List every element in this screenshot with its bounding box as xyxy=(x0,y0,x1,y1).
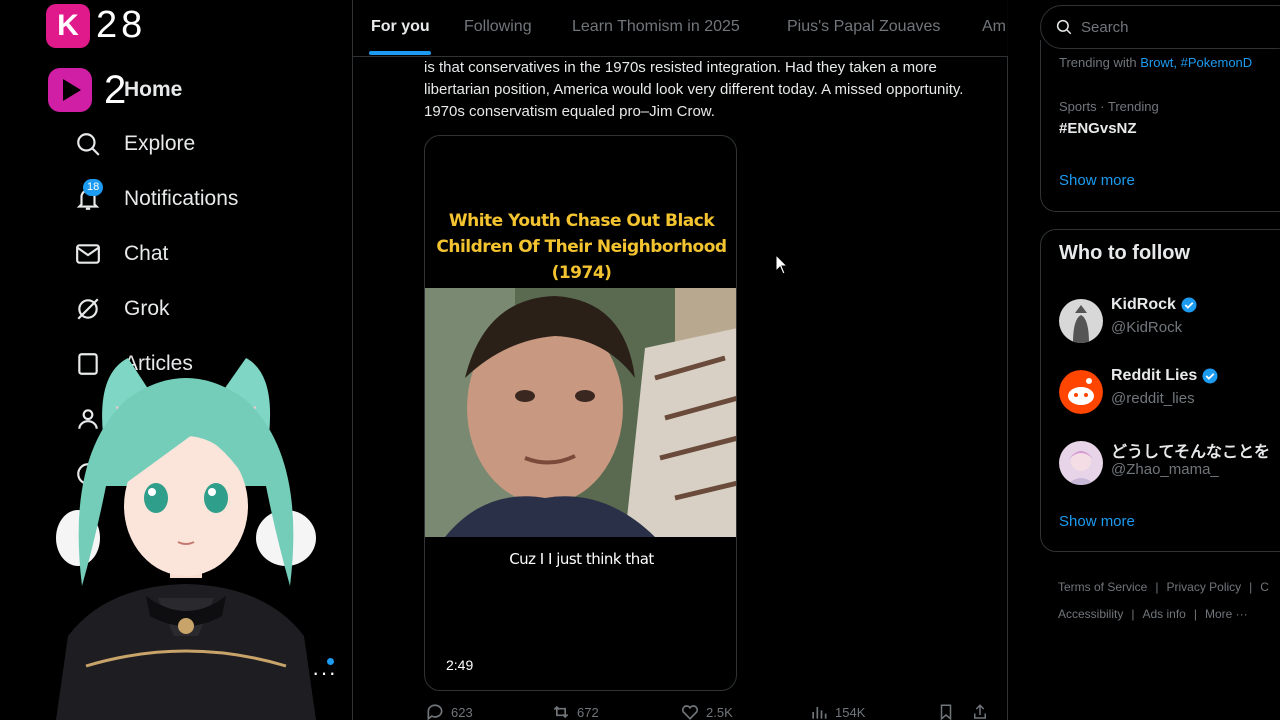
tweet-video[interactable]: White Youth Chase Out Black Children Of … xyxy=(424,135,737,691)
account-handle: @reddit_lies xyxy=(1111,390,1195,407)
cookie-link[interactable]: C xyxy=(1260,580,1269,594)
follow-suggestion[interactable]: KidRock @KidRock xyxy=(1059,296,1280,346)
avatar xyxy=(1059,299,1103,343)
account-name-text: どうしてそんなことを xyxy=(1111,444,1271,461)
nav-home[interactable]: Home xyxy=(124,70,182,110)
trends-panel: Trending with Browt, #PokemonD Sports · … xyxy=(1040,40,1280,212)
tab-truncated[interactable]: Am xyxy=(982,0,1006,56)
views-button[interactable]: 154K xyxy=(809,702,865,720)
follow-show-more[interactable]: Show more xyxy=(1059,513,1135,530)
who-to-follow-panel: Who to follow KidRock @KidRock Reddit Li… xyxy=(1040,229,1280,552)
video-title-line-1: White Youth Chase Out Black xyxy=(448,211,715,231)
account-name: Reddit Lies xyxy=(1111,367,1219,385)
nav-notifications-label: Notifications xyxy=(124,187,239,210)
who-to-follow-title: Who to follow xyxy=(1059,242,1191,264)
play-logo-icon xyxy=(48,68,92,112)
reply-icon xyxy=(427,704,443,720)
terms-link[interactable]: Terms of Service xyxy=(1058,580,1147,594)
mouse-cursor-icon xyxy=(775,254,788,275)
trending-with-label: Trending with xyxy=(1059,55,1137,70)
views-chart-icon xyxy=(812,707,827,719)
nav-home-label: Home xyxy=(124,78,183,101)
account-name: KidRock xyxy=(1111,296,1198,314)
verified-badge-icon xyxy=(1202,368,1218,384)
trend-title[interactable]: #ENGvsNZ xyxy=(1059,120,1137,137)
share-icon xyxy=(974,704,986,719)
bookmark-icon xyxy=(940,704,952,720)
bookmark-button[interactable] xyxy=(937,702,955,720)
privacy-link[interactable]: Privacy Policy xyxy=(1166,580,1241,594)
account-name: どうしてそんなことを xyxy=(1111,438,1270,462)
grok-icon xyxy=(74,295,102,323)
video-title: White Youth Chase Out Black Children Of … xyxy=(425,208,736,286)
vtuber-avatar xyxy=(56,358,316,720)
video-subtitle: Cuz I I just think that xyxy=(509,550,654,568)
tab-papal-zouaves[interactable]: Pius's Papal Zouaves xyxy=(787,0,940,56)
video-title-line-2: Children Of Their Neighborhood xyxy=(436,237,727,257)
like-button[interactable]: 2.5K xyxy=(680,702,733,720)
right-sidebar: Search Trending with Browt, #PokemonD Sp… xyxy=(1008,0,1280,720)
video-duration: 2:49 xyxy=(446,657,474,673)
repost-button[interactable]: 672 xyxy=(551,702,599,720)
views-count: 154K xyxy=(835,704,866,720)
video-frame xyxy=(425,288,736,537)
share-button[interactable] xyxy=(971,702,989,720)
reply-button[interactable]: 623 xyxy=(425,702,473,720)
video-title-line-3: (1974) xyxy=(551,263,612,283)
follow-suggestion[interactable]: Reddit Lies @reddit_lies xyxy=(1059,367,1280,417)
envelope-icon xyxy=(74,240,102,268)
tweet-text: is that conservatives in the 1970s resis… xyxy=(424,59,964,120)
k-logo-number: 28 xyxy=(96,4,147,46)
nav-chat-label: Chat xyxy=(124,242,169,265)
nav-notifications[interactable]: 18 Notifications xyxy=(74,179,238,219)
account-name-text: Reddit Lies xyxy=(1111,367,1198,384)
repost-count: 672 xyxy=(577,704,599,720)
more-link[interactable]: More ··· xyxy=(1205,607,1248,621)
trend-meta: Sports · Trending xyxy=(1059,99,1159,114)
account-handle: @Zhao_mama_ xyxy=(1111,461,1219,478)
nav-explore-label: Explore xyxy=(124,132,196,155)
nav-chat[interactable]: Chat xyxy=(74,234,168,274)
left-sidebar: K 28 2 Home Explore 18 Notifications Cha… xyxy=(0,0,352,720)
reply-count: 623 xyxy=(451,704,473,720)
bell-icon: 18 xyxy=(74,179,104,213)
repost-icon xyxy=(553,705,569,719)
like-count: 2.5K xyxy=(706,704,733,720)
search-icon xyxy=(1056,19,1072,35)
trending-with: Trending with Browt, #PokemonD xyxy=(1059,55,1252,70)
nav-grok-label: Grok xyxy=(124,297,170,320)
unread-dot xyxy=(327,658,334,665)
search-icon xyxy=(74,130,102,158)
main-timeline: For you Following Learn Thomism in 2025 … xyxy=(352,0,1008,720)
verified-badge-icon xyxy=(1181,297,1197,313)
nav-explore[interactable]: Explore xyxy=(74,124,195,164)
nav-grok[interactable]: Grok xyxy=(74,289,170,329)
reddit-avatar xyxy=(1059,370,1103,414)
tab-learn-thomism[interactable]: Learn Thomism in 2025 xyxy=(572,0,740,56)
search-placeholder: Search xyxy=(1081,18,1129,36)
footer-links: Terms of Service | Privacy Policy | C Access… xyxy=(1058,580,1269,621)
trending-with-links[interactable]: Browt, #PokemonD xyxy=(1140,55,1252,70)
k-logo-icon: K xyxy=(46,4,90,48)
account-name-text: KidRock xyxy=(1111,296,1176,313)
tab-following[interactable]: Following xyxy=(464,0,532,56)
heart-icon xyxy=(681,705,699,720)
notifications-badge: 18 xyxy=(83,179,104,196)
timeline-tabs: For you Following Learn Thomism in 2025 … xyxy=(353,0,1008,57)
account-handle: @KidRock xyxy=(1111,319,1183,336)
follow-suggestion[interactable]: どうしてそんなことを @Zhao_mama_ xyxy=(1059,438,1280,488)
active-tab-indicator xyxy=(369,51,431,55)
trends-show-more[interactable]: Show more xyxy=(1059,172,1135,189)
avatar xyxy=(1059,441,1103,485)
accessibility-link[interactable]: Accessibility xyxy=(1058,607,1123,621)
tab-for-you[interactable]: For you xyxy=(371,0,430,56)
ads-info-link[interactable]: Ads info xyxy=(1142,607,1185,621)
play-logo-number: 2 xyxy=(104,68,127,112)
